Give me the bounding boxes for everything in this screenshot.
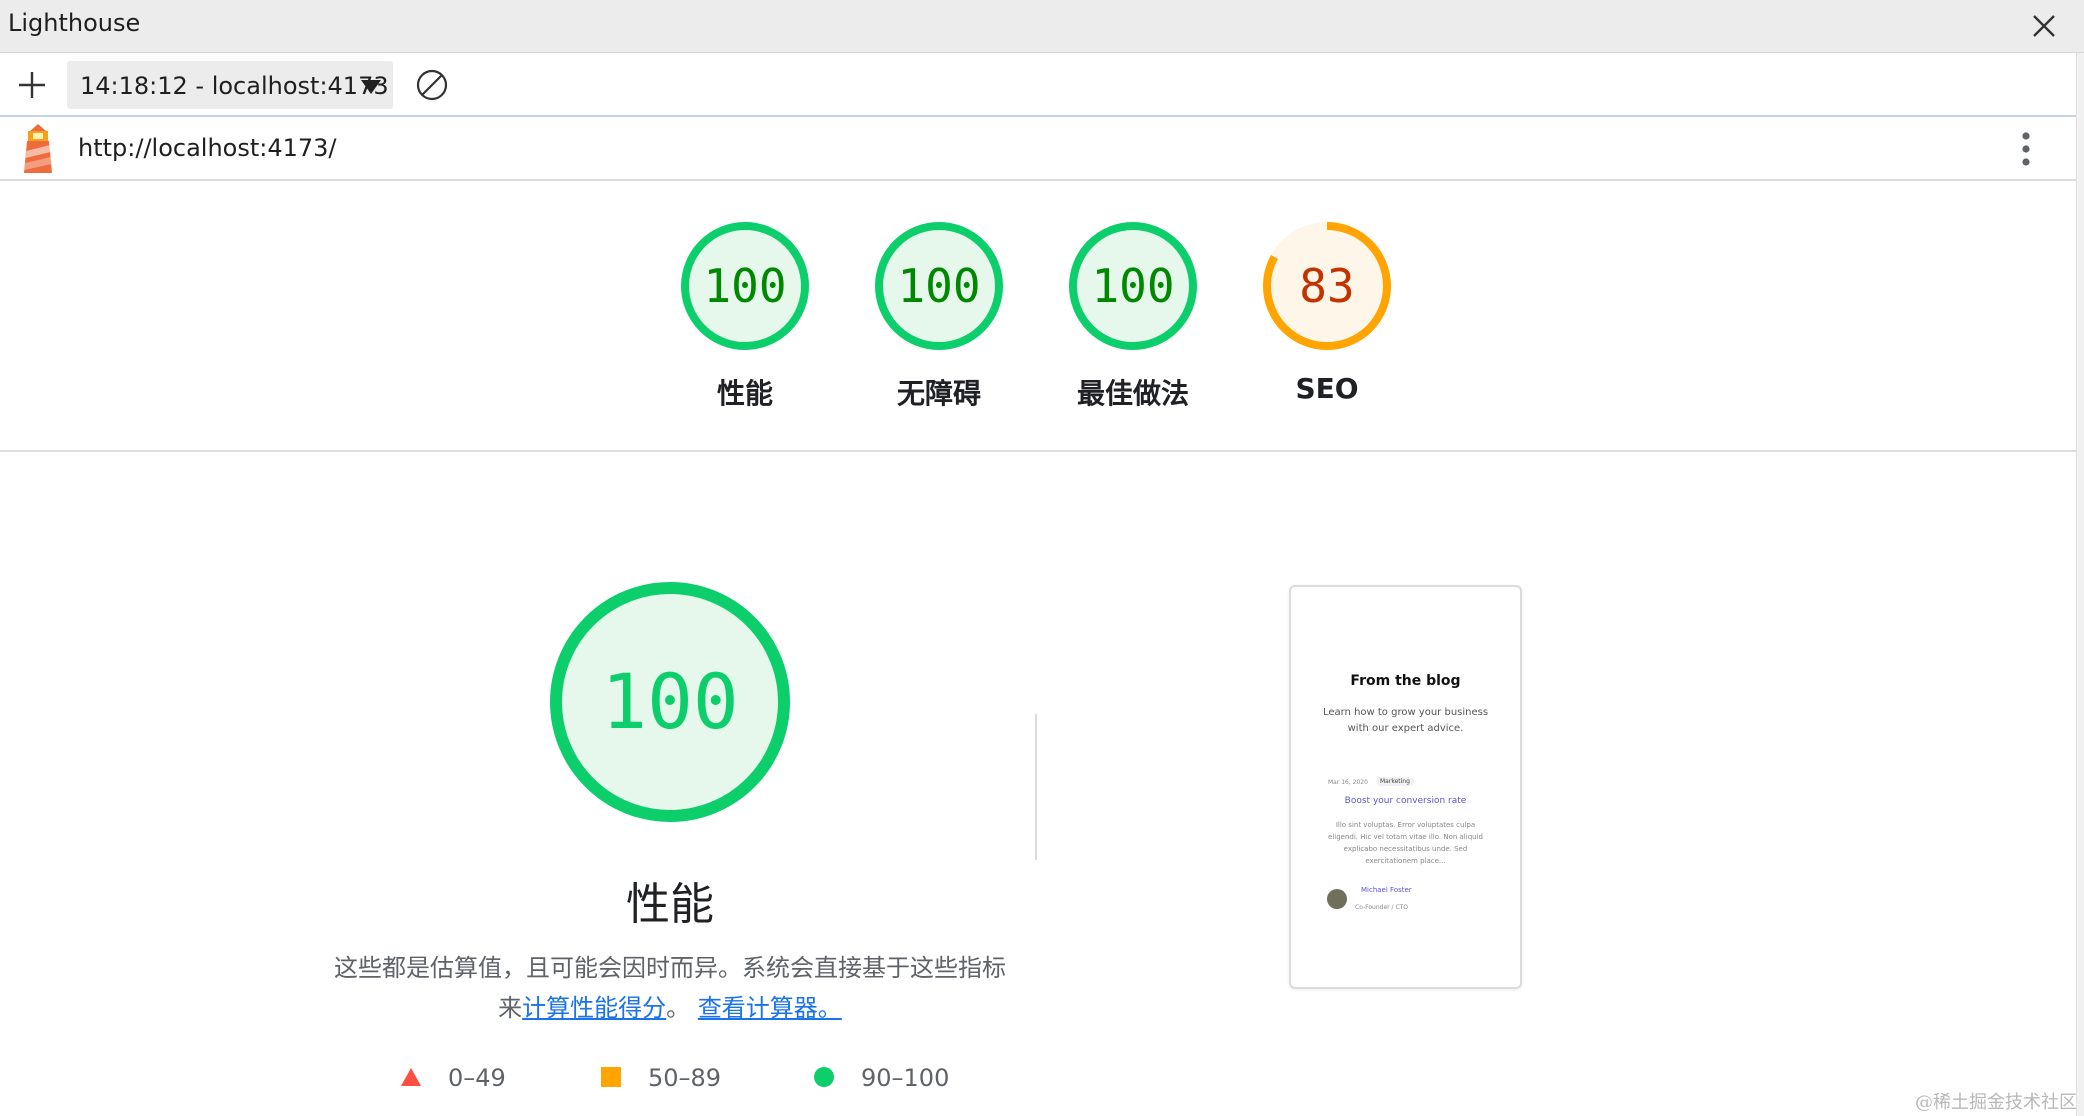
watermark: @稀土掘金技术社区 xyxy=(1915,1092,2077,1113)
screenshot-author: Michael Foster xyxy=(1361,886,1412,894)
final-screenshot: From the blog Learn how to grow your bus… xyxy=(1289,585,1522,989)
report-select[interactable]: 14:18:12 - localhost:4173 xyxy=(67,61,393,109)
avatar xyxy=(1327,889,1347,909)
legend-pass-label: 90–100 xyxy=(861,1064,950,1092)
performance-description: 这些都是估算值，且可能会因时而异。系统会直接基于这些指标来计算性能得分。 查看计… xyxy=(330,948,1010,1028)
vertical-divider xyxy=(1035,714,1037,860)
toolbar: 14:18:12 - localhost:4173 xyxy=(0,53,2076,117)
score-label[interactable]: 无障碍 xyxy=(829,372,1049,412)
triangle-icon xyxy=(400,1066,422,1088)
clear-icon[interactable] xyxy=(415,68,449,102)
screenshot-title: From the blog xyxy=(1350,673,1461,689)
performance-gauge: 100 xyxy=(548,580,792,824)
score-label[interactable]: 性能 xyxy=(635,372,855,412)
score-label[interactable]: 最佳做法 xyxy=(1023,372,1243,412)
screenshot-tag: Marketing xyxy=(1376,777,1414,786)
close-icon[interactable] xyxy=(2024,6,2064,46)
audited-url: http://localhost:4173/ xyxy=(78,134,337,162)
score-label[interactable]: SEO xyxy=(1217,372,1437,405)
calc-score-link[interactable]: 计算性能得分 xyxy=(522,994,666,1022)
legend-pass: 90–100 xyxy=(813,1062,993,1094)
circle-icon xyxy=(813,1066,835,1088)
window-title: Lighthouse xyxy=(8,9,141,37)
legend-average: 50–89 xyxy=(600,1062,760,1094)
score-gauge[interactable]: 83 xyxy=(1261,220,1393,352)
scrollbar-track[interactable] xyxy=(2076,53,2084,1116)
legend-fail-label: 0–49 xyxy=(448,1064,506,1092)
score-value: 100 xyxy=(1091,259,1175,313)
score-gauge[interactable]: 100 xyxy=(873,220,1005,352)
legend-average-label: 50–89 xyxy=(648,1064,722,1092)
legend-fail: 0–49 xyxy=(400,1062,540,1094)
screenshot-role: Co-Founder / CTO xyxy=(1355,904,1409,911)
description-sep: 。 xyxy=(666,994,691,1022)
caret-down-icon xyxy=(361,79,381,94)
report-select-value: 14:18:12 - localhost:4173 xyxy=(80,72,389,100)
url-bar: http://localhost:4173/ xyxy=(0,117,2076,181)
more-menu-icon[interactable] xyxy=(2014,129,2038,169)
calculator-link[interactable]: 查看计算器。 xyxy=(698,994,842,1022)
screenshot-post-title: Boost your conversion rate xyxy=(1344,796,1467,806)
performance-score: 100 xyxy=(601,657,739,746)
add-report-button[interactable] xyxy=(14,67,50,103)
score-value: 100 xyxy=(897,259,981,313)
square-icon xyxy=(600,1066,622,1088)
score-value: 100 xyxy=(703,259,787,313)
title-bar: Lighthouse xyxy=(0,0,2084,53)
screenshot-date: Mar 16, 2020 xyxy=(1328,779,1368,786)
performance-title: 性能 xyxy=(626,879,714,930)
score-gauge[interactable]: 100 xyxy=(679,220,811,352)
score-gauge[interactable]: 100 xyxy=(1067,220,1199,352)
section-divider xyxy=(0,450,2076,452)
screenshot-subtitle: Learn how to grow your business with our… xyxy=(1322,707,1489,734)
score-value: 83 xyxy=(1299,259,1355,313)
lighthouse-logo-icon xyxy=(18,123,58,173)
screenshot-post-body: Illo sint voluptas. Error voluptates cul… xyxy=(1328,821,1483,865)
